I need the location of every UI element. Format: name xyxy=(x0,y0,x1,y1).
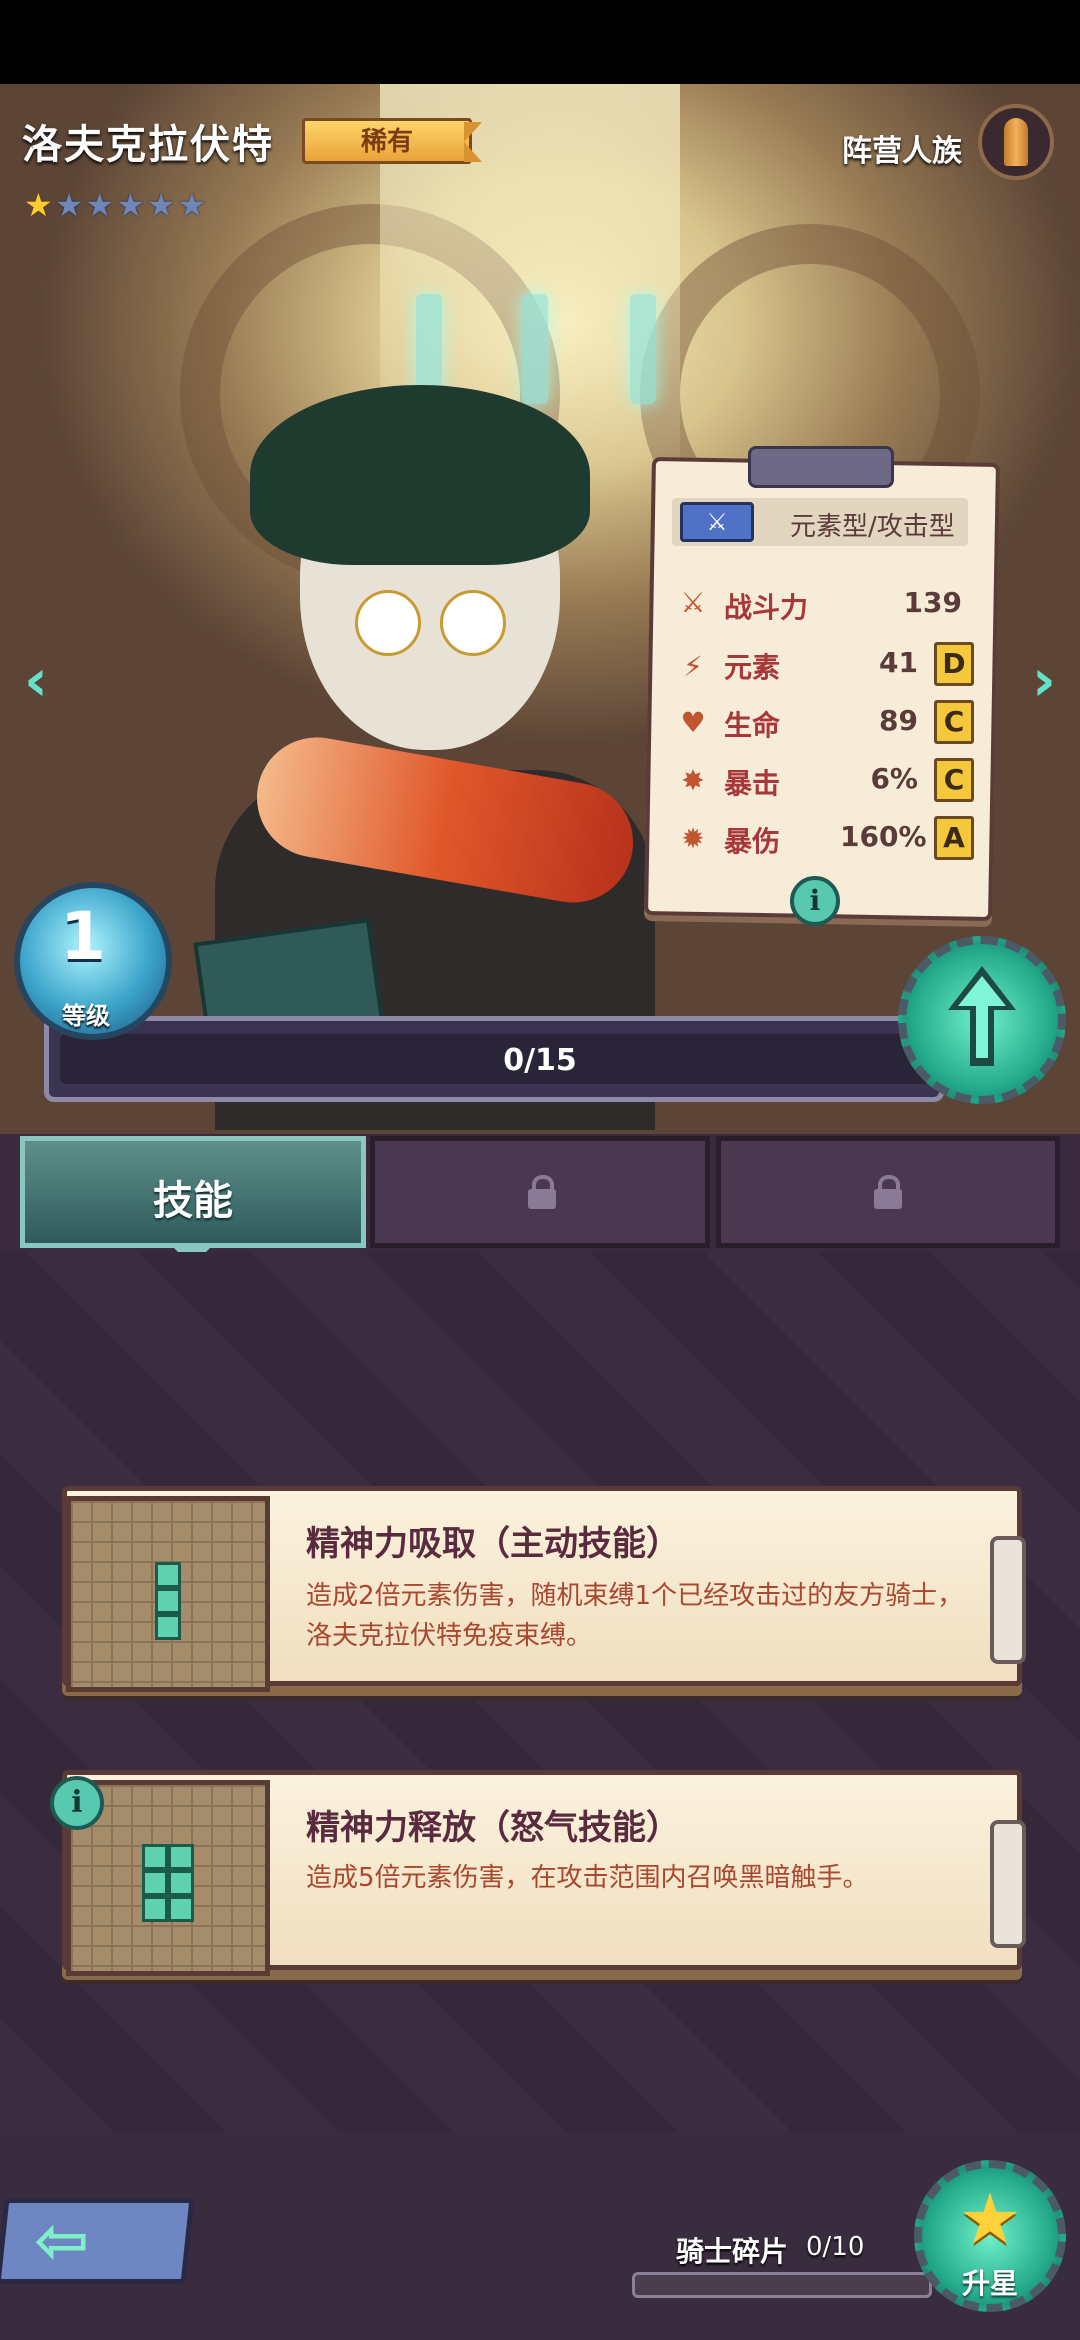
stat-value-element: 41 xyxy=(879,646,918,679)
heart-icon: ♥ xyxy=(680,706,706,739)
star-empty-icon: ★ xyxy=(177,186,209,224)
skill-title: 精神力吸取（主动技能） xyxy=(306,1524,680,1564)
grade-badge-crit-damage: A xyxy=(934,816,974,860)
stat-value-crit-damage: 160% xyxy=(840,820,927,853)
rarity-badge: 稀有 xyxy=(302,118,502,164)
star-empty-icon: ★ xyxy=(146,186,178,224)
stat-name-power: 战斗力 xyxy=(724,591,809,624)
character-hair xyxy=(250,385,590,565)
faction-badge[interactable] xyxy=(978,104,1054,180)
ribbon-tail xyxy=(464,122,482,162)
next-hero-arrow-icon[interactable]: › xyxy=(1024,650,1064,710)
up-arrow-icon xyxy=(948,966,1016,1066)
card-clip xyxy=(990,1820,1026,1948)
star-up-label: 升星 xyxy=(961,2267,1018,2300)
lock-icon xyxy=(528,1175,556,1209)
knight-shard-count: 0/10 xyxy=(806,2232,865,2262)
shape-block xyxy=(142,1844,168,1870)
crit-icon: ✸ xyxy=(681,764,705,797)
star-empty-icon: ★ xyxy=(85,186,117,224)
grade-badge-crit: C xyxy=(934,758,974,802)
glow-pillar xyxy=(522,294,548,404)
skill-panel xyxy=(0,1252,1080,2132)
stats-info-icon[interactable]: i xyxy=(790,876,840,926)
back-button[interactable]: ⇦ xyxy=(0,2190,220,2300)
tab-skills-label: 技能 xyxy=(153,1178,233,1224)
star-empty-icon: ★ xyxy=(54,186,86,224)
rarity-label: 稀有 xyxy=(302,118,472,164)
stat-value-crit: 6% xyxy=(870,762,918,795)
shape-block xyxy=(168,1896,194,1922)
knight-shard-label: 骑士碎片 xyxy=(676,2235,789,2268)
hero-name: 洛夫克拉伏特 xyxy=(22,122,274,168)
exp-progress-text: 0/15 xyxy=(503,1043,577,1078)
star-empty-icon: ★ xyxy=(116,186,147,224)
bullet-icon xyxy=(1004,118,1028,166)
back-plate xyxy=(0,2198,195,2284)
skill-title: 精神力释放（怒气技能） xyxy=(306,1808,680,1848)
sword-icon: ⚔ xyxy=(680,502,754,542)
grade-badge-element: D xyxy=(934,642,974,686)
clipboard-clip xyxy=(748,446,894,488)
skill-info-icon[interactable]: i xyxy=(50,1776,104,1830)
stat-value-hp: 89 xyxy=(879,704,918,737)
character-eye xyxy=(355,590,421,656)
lightning-icon: ⚡ xyxy=(683,650,703,683)
shape-block xyxy=(142,1896,168,1922)
shape-block xyxy=(142,1870,168,1896)
lock-icon xyxy=(874,1175,902,1209)
skill-description: 造成2倍元素伤害，随机束缚1个已经攻击过的友方骑士，洛夫克拉伏特免疫束缚。 xyxy=(306,1581,964,1651)
shape-block xyxy=(155,1562,181,1588)
stat-name-crit-damage: 暴伤 xyxy=(724,825,781,858)
stat-name-element: 元素 xyxy=(724,651,781,684)
status-bar xyxy=(0,0,1080,84)
crit-damage-icon: ✹ xyxy=(681,822,705,855)
star-icon: ★ xyxy=(958,2178,1022,2260)
glow-pillar xyxy=(630,294,656,404)
character-eye xyxy=(440,590,506,656)
stat-value-power: 139 xyxy=(903,586,962,619)
power-icon: ⚔ xyxy=(680,586,706,619)
shape-block xyxy=(168,1870,194,1896)
level-label: 等级 xyxy=(62,1002,110,1030)
faction-label: 阵营人族 xyxy=(842,134,962,169)
back-arrow-icon: ⇦ xyxy=(34,2202,90,2279)
grade-badge-hp: C xyxy=(934,700,974,744)
shape-block xyxy=(155,1588,181,1614)
hero-type-label: 元素型/攻击型 xyxy=(790,512,955,542)
knight-shard-progress-bar xyxy=(632,2272,932,2298)
stat-name-hp: 生命 xyxy=(724,709,781,742)
star-filled-icon: ★ xyxy=(24,186,55,224)
card-clip xyxy=(990,1536,1026,1664)
prev-hero-arrow-icon[interactable]: ‹ xyxy=(16,650,56,710)
star-rating: ★★★★★★ xyxy=(24,186,208,224)
level-number: 1 xyxy=(60,898,106,975)
stat-name-crit: 暴击 xyxy=(724,767,781,800)
shape-block xyxy=(168,1844,194,1870)
skill-description: 造成5倍元素伤害，在攻击范围内召唤黑暗触手。 xyxy=(306,1863,869,1893)
shape-block xyxy=(155,1614,181,1640)
